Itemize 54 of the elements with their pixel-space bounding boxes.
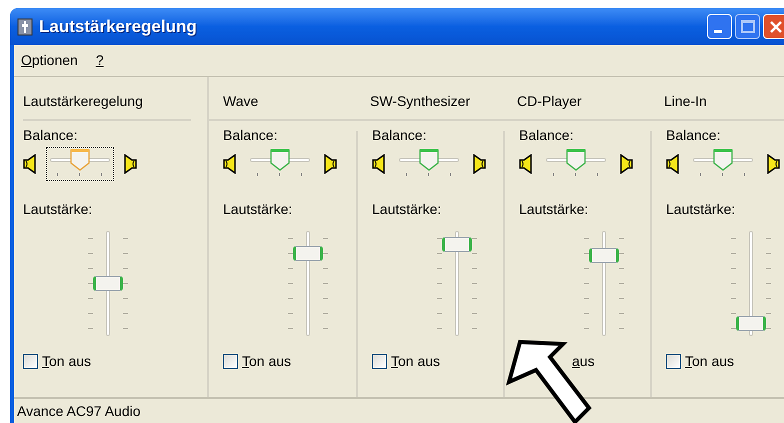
speaker-icon	[766, 154, 780, 174]
menu-item[interactable]: Optionen	[21, 50, 78, 71]
checkbox[interactable]	[372, 354, 387, 369]
checkbox-label[interactable]: aus	[572, 351, 595, 372]
volume-control-icon	[17, 18, 33, 36]
channel-name: SW-Synthesizer	[370, 92, 470, 110]
minimize-button[interactable]	[707, 14, 732, 39]
speaker-icon	[123, 154, 137, 174]
checkbox-label[interactable]: Ton aus	[242, 351, 292, 372]
speaker-icon	[372, 154, 386, 174]
speaker-icon	[619, 154, 633, 174]
volume-label: Lautstärke:	[23, 200, 94, 218]
volume-label: Lautstärke:	[519, 200, 590, 218]
slider-thumb[interactable]	[293, 246, 323, 262]
close-button[interactable]	[763, 14, 784, 39]
checkbox[interactable]	[23, 354, 38, 369]
channel-name: CD-Player	[517, 92, 582, 110]
checkbox[interactable]	[666, 354, 681, 369]
channel-name: Lautstärkeregelung	[23, 92, 191, 121]
slider-thumb[interactable]	[93, 276, 123, 290]
status-text: Avance AC97 Audio	[17, 402, 141, 420]
balance-label: Balance:	[519, 126, 574, 144]
volume-label: Lautstärke:	[666, 200, 736, 218]
maximize-button[interactable]	[735, 14, 760, 39]
slider-thumb[interactable]	[418, 148, 440, 172]
channel-name: Wave	[223, 92, 258, 110]
window-title: Lautstärkeregelung	[39, 16, 197, 38]
balance-slider[interactable]	[47, 148, 113, 180]
balance-label: Balance:	[372, 126, 428, 144]
slider-thumb[interactable]	[712, 148, 734, 172]
speaker-icon	[666, 154, 680, 174]
slider-thumb[interactable]	[589, 248, 619, 263]
checkbox[interactable]	[223, 354, 238, 369]
volume-label: Lautstärke:	[223, 200, 294, 218]
checkbox-label[interactable]: Ton aus	[685, 351, 734, 372]
speaker-icon	[519, 154, 533, 174]
channel-name: Line-In	[664, 92, 707, 110]
slider-thumb[interactable]	[269, 148, 291, 172]
speaker-icon	[472, 154, 486, 174]
balance-label: Balance:	[223, 126, 278, 144]
speaker-icon	[323, 154, 337, 174]
close-icon	[768, 20, 782, 34]
slider-thumb[interactable]	[69, 148, 91, 172]
balance-label: Balance:	[23, 126, 78, 144]
slider-thumb[interactable]	[736, 316, 766, 331]
balance-label: Balance:	[666, 126, 722, 144]
checkbox-label[interactable]: Ton aus	[391, 351, 440, 372]
checkbox-label[interactable]: Ton aus	[42, 351, 92, 372]
slider-thumb[interactable]	[565, 148, 587, 172]
speaker-icon	[223, 154, 237, 174]
menu-item[interactable]: ?	[96, 50, 104, 71]
volume-label: Lautstärke:	[372, 200, 442, 218]
slider-thumb[interactable]	[442, 237, 472, 252]
speaker-icon	[23, 154, 37, 174]
